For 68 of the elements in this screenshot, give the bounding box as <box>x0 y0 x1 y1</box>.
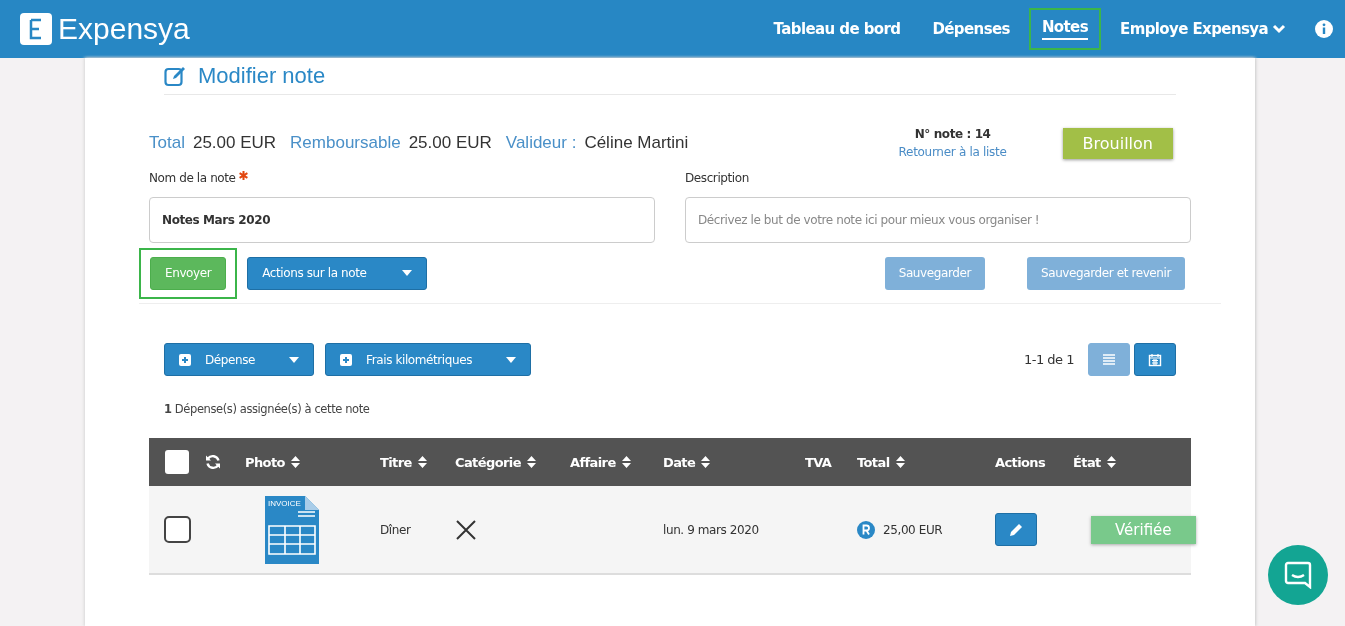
sort-icon <box>701 456 711 468</box>
edit-icon <box>164 65 188 87</box>
calendar-icon <box>1148 352 1162 367</box>
chat-button[interactable] <box>1268 545 1328 605</box>
table-cell: lun. 9 mars 2020 <box>663 522 759 537</box>
sort-icon <box>290 456 300 468</box>
sort-icon <box>895 456 905 468</box>
name-field[interactable]: Notes Mars 2020 <box>149 197 655 243</box>
column-header: Total <box>857 454 890 470</box>
status-badge: Brouillon <box>1062 127 1173 159</box>
add-button[interactable]: Dépense <box>164 343 315 376</box>
send-button[interactable]: Envoyer <box>150 256 227 290</box>
calendar-view-button[interactable] <box>1134 343 1176 376</box>
back-link[interactable]: Retourner à la liste <box>898 145 1007 159</box>
table-cell: Dîner <box>380 522 411 537</box>
save-button[interactable]: Sauvegarder <box>884 256 985 290</box>
summary-value: Céline Martini <box>584 133 689 153</box>
chat-icon <box>1284 561 1312 589</box>
pagination-text: 1-1 de 1 <box>1023 352 1074 367</box>
brand-name: Expensya <box>58 12 190 46</box>
table-cell: 25,00 EUR <box>883 522 943 537</box>
sort-icon <box>621 456 631 468</box>
column-header: État <box>1073 454 1101 470</box>
column-header: Actions <box>995 454 1046 470</box>
info-icon <box>1315 20 1333 38</box>
column-header: Photo <box>245 454 285 470</box>
column-header: Titre <box>380 454 412 470</box>
status-badge: Vérifiée <box>1091 515 1196 544</box>
save-button[interactable]: Sauvegarder et revenir <box>1027 256 1185 290</box>
sort-icon <box>1106 456 1116 468</box>
edit-button[interactable] <box>995 513 1037 546</box>
sort-icon <box>526 456 536 468</box>
nav-link[interactable]: Employe Expensya <box>1107 10 1299 48</box>
plus-icon <box>340 353 353 366</box>
page-title: Modifier note <box>198 63 326 89</box>
invoice-label: INVOICE <box>268 498 301 508</box>
row-checkbox[interactable] <box>163 516 191 543</box>
select-all-checkbox[interactable] <box>165 450 189 474</box>
caret-icon <box>506 356 517 363</box>
column-header: TVA <box>805 454 832 470</box>
chevron-down-icon <box>1272 24 1286 34</box>
dropdown-button[interactable]: Actions sur la note <box>247 256 428 290</box>
assigned-count-text: 1 Dépense(s) assignée(s) à cette note <box>164 402 371 416</box>
column-header: Affaire <box>570 454 616 470</box>
nav-link[interactable]: Notes <box>1028 8 1101 50</box>
summary-label: Remboursable <box>290 133 401 153</box>
summary-label: Total <box>149 133 185 153</box>
description-field[interactable]: Décrivez le but de votre note ici pour mieux vous organiser ! <box>685 197 1191 243</box>
plus-icon <box>179 353 191 366</box>
field-label: Nom de la note <box>149 171 236 185</box>
field-label: Description <box>685 171 749 185</box>
add-button[interactable]: Frais kilométriques <box>325 343 532 376</box>
summary-value: 25.00 EUR <box>408 133 492 153</box>
caret-icon <box>289 356 300 363</box>
summary-value: 25.00 EUR <box>192 133 277 153</box>
invoice-document-icon <box>265 495 319 564</box>
pencil-icon <box>1009 522 1023 537</box>
list-icon <box>1102 352 1116 367</box>
logo-icon <box>18 11 54 47</box>
refresh-icon <box>205 454 221 470</box>
sort-icon <box>417 456 427 468</box>
column-header: Date <box>663 454 696 470</box>
column-header: Catégorie <box>455 454 521 470</box>
caret-icon <box>402 270 413 276</box>
note-number: N° note : 14 <box>914 127 991 141</box>
nav-link[interactable]: Dépenses <box>919 10 1023 48</box>
summary-label: Valideur : <box>505 133 577 153</box>
nav-link[interactable]: Tableau de bord <box>760 10 914 48</box>
